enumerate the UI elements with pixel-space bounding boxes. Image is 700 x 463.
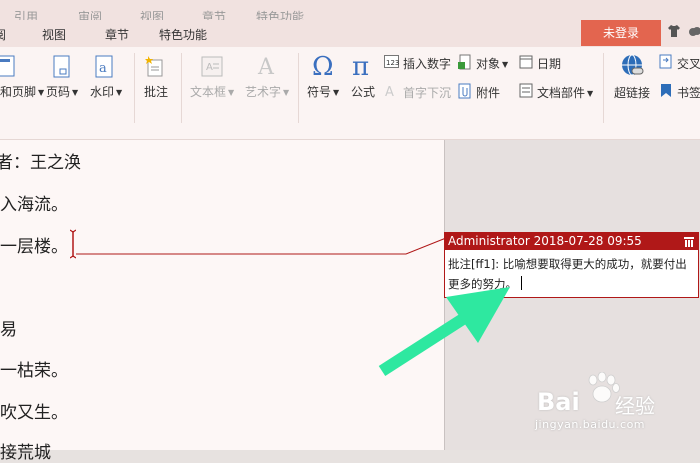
dropcap-button[interactable]: 首字下沉 xyxy=(403,84,451,101)
tab-review-partial[interactable]: 阅 xyxy=(0,26,6,43)
hyperlink-button[interactable]: 超链接 xyxy=(614,84,650,101)
ribbon-separator xyxy=(603,53,604,123)
comment-author: Administrator xyxy=(448,234,530,248)
comment-icon xyxy=(145,56,163,77)
bookmark-icon xyxy=(661,84,671,97)
attachment-icon xyxy=(458,83,471,99)
wordart-icon: A xyxy=(257,55,275,79)
green-arrow-icon xyxy=(378,287,510,377)
insert-number-icon: 123 xyxy=(384,55,399,68)
header-footer-button[interactable]: 和页脚 ▼ xyxy=(0,83,44,100)
tab-chapter[interactable]: 章节 xyxy=(105,26,129,43)
tab-view[interactable]: 视图 xyxy=(42,26,66,43)
svg-text:a: a xyxy=(99,61,107,76)
dropcap-icon: A xyxy=(385,85,394,98)
doc-parts-button[interactable]: 文档部件 ▼ xyxy=(537,84,593,101)
delete-comment-icon[interactable] xyxy=(684,236,694,247)
document-line: 一枯荣。 xyxy=(0,361,68,381)
document-line: 入海流。 xyxy=(0,195,68,215)
ribbon-separator xyxy=(134,53,135,123)
watermark-icon: a xyxy=(95,55,113,78)
wordart-label: 艺术字 xyxy=(245,85,282,99)
tab-reference[interactable]: 引用 xyxy=(14,8,38,20)
symbol-button[interactable]: 符号 ▼ xyxy=(307,83,339,100)
watermark-brand: Bai xyxy=(537,388,580,416)
wordart-button[interactable]: 艺术字 ▼ xyxy=(245,83,289,100)
date-button[interactable]: 日期 xyxy=(537,55,561,72)
header-footer-icon xyxy=(0,55,15,77)
cross-reference-icon xyxy=(659,54,672,69)
textbox-button[interactable]: 文本框 ▼ xyxy=(190,83,234,100)
ribbon-toolbar: 和页脚 ▼ 页码 ▼ a 水印 ▼ 批注 A 文本框 ▼ A 艺术字 ▼ Ω 符号 ▼ xyxy=(0,47,700,140)
top-tab-row: 引用 审阅 视图 章节 特色功能 xyxy=(0,0,700,20)
textbox-label: 文本框 xyxy=(190,85,227,99)
tab-chapter-top[interactable]: 章节 xyxy=(202,8,226,20)
doc-parts-label: 文档部件 xyxy=(537,86,586,100)
textbox-icon: A xyxy=(201,56,223,77)
svg-text:A: A xyxy=(385,85,394,98)
tab-review[interactable]: 审阅 xyxy=(78,8,102,20)
bookmark-button[interactable]: 书签 xyxy=(677,84,700,101)
watermark-url: jingyan.baidu.com xyxy=(535,418,646,431)
document-line: 易 xyxy=(0,320,17,340)
comment-button[interactable]: 批注 xyxy=(144,83,168,100)
watermark-label: 水印 xyxy=(90,85,115,99)
watermark-button[interactable]: 水印 ▼ xyxy=(90,83,122,100)
symbol-label: 符号 xyxy=(307,85,332,99)
document-line: 吹又生。 xyxy=(0,403,68,423)
document-line: 接荒城 xyxy=(0,443,51,463)
object-label: 对象 xyxy=(476,57,501,71)
hyperlink-globe-icon xyxy=(622,54,644,76)
ribbon-separator xyxy=(181,53,182,123)
svg-text:Ω: Ω xyxy=(312,52,334,79)
svg-text:123: 123 xyxy=(386,59,399,67)
doc-parts-icon xyxy=(519,83,533,98)
object-button[interactable]: 对象 ▼ xyxy=(476,55,508,72)
svg-text:π: π xyxy=(352,52,369,79)
tab-special-features[interactable]: 特色功能 xyxy=(159,26,207,43)
svg-text:A: A xyxy=(257,55,275,79)
page-number-button[interactable]: 页码 ▼ xyxy=(46,83,78,100)
object-icon xyxy=(458,54,471,70)
page-number-label: 页码 xyxy=(46,85,71,99)
comment-header: Administrator 2018-07-28 09:55 xyxy=(445,233,698,250)
watermark-brand-2: 经验 xyxy=(615,394,655,418)
pi-formula-icon: π xyxy=(352,52,369,79)
ribbon-separator xyxy=(298,53,299,123)
header-footer-label: 和页脚 xyxy=(0,85,37,99)
document-line: 一层楼。 xyxy=(0,237,68,257)
baidu-jingyan-watermark: Bai 经验 jingyan.baidu.com xyxy=(535,371,700,436)
cloud-icon[interactable] xyxy=(688,25,700,38)
date-icon xyxy=(519,55,533,69)
attachment-button[interactable]: 附件 xyxy=(476,84,500,101)
page-number-icon xyxy=(53,55,70,78)
insert-number-button[interactable]: 插入数字 xyxy=(403,55,451,72)
tab-special-top[interactable]: 特色功能 xyxy=(256,8,304,20)
tab-view-top[interactable]: 视图 xyxy=(140,8,164,20)
comment-datetime: 2018-07-28 09:55 xyxy=(533,234,642,248)
omega-symbol-icon: Ω xyxy=(312,52,334,79)
text-caret xyxy=(521,276,522,290)
skin-shirt-icon[interactable] xyxy=(667,24,681,38)
text-ibeam-cursor-icon xyxy=(70,229,76,259)
login-button[interactable]: 未登录 xyxy=(581,20,661,46)
svg-text:A: A xyxy=(206,62,213,73)
formula-button[interactable]: 公式 xyxy=(351,83,375,100)
cross-reference-button[interactable]: 交叉 xyxy=(677,55,700,72)
document-line: 者：王之涣 xyxy=(0,153,81,173)
